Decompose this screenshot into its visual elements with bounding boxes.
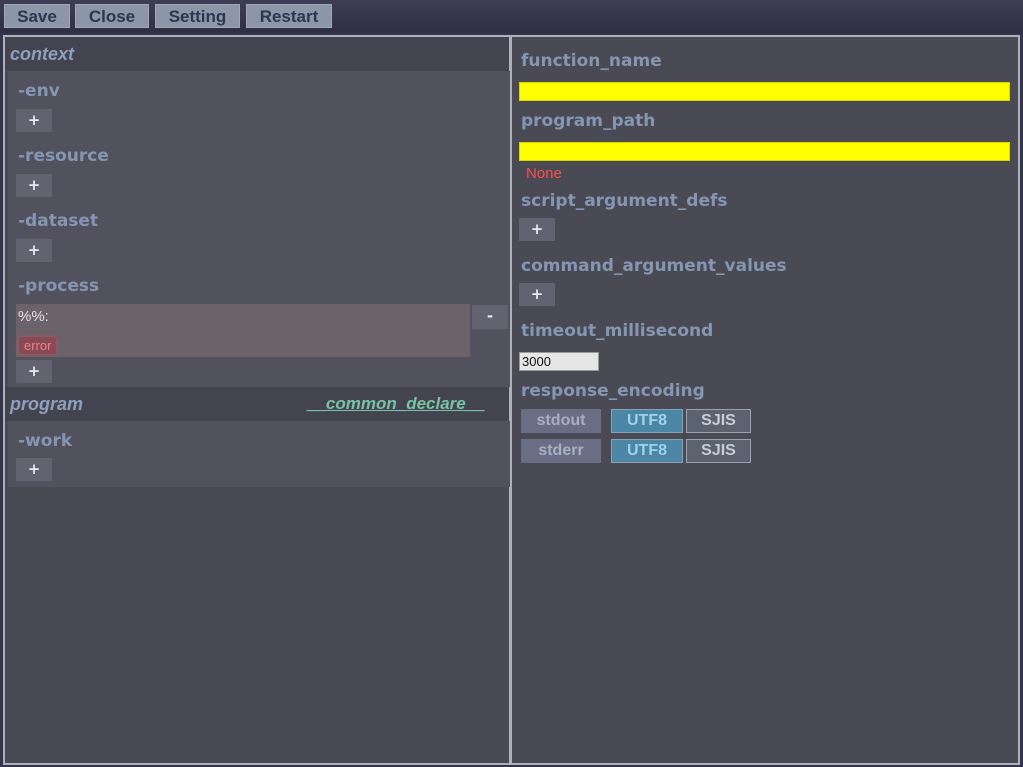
program-path-label: program_path	[521, 111, 656, 131]
stdout-utf8-button[interactable]: UTF8	[611, 409, 683, 433]
function-name-input[interactable]	[519, 82, 1010, 101]
response-encoding-label: response_encoding	[521, 381, 705, 401]
stderr-utf8-button[interactable]: UTF8	[611, 439, 683, 463]
top-toolbar: Save Close Setting Restart	[0, 0, 1023, 33]
remove-process-button[interactable]: -	[472, 305, 508, 329]
right-panel: function_name program_path None script_a…	[510, 35, 1020, 765]
left-panel: context -env + -resource + -dataset + -p…	[3, 35, 511, 765]
common-declare-link[interactable]: __common_declare__	[307, 394, 485, 414]
stdout-sjis-button[interactable]: SJIS	[686, 409, 751, 433]
close-button[interactable]: Close	[75, 4, 149, 28]
add-resource-button[interactable]: +	[16, 174, 52, 197]
error-badge: error	[19, 337, 57, 354]
process-label: -process	[18, 276, 100, 296]
timeout-label: timeout_millisecond	[521, 321, 714, 341]
program-path-input[interactable]	[519, 142, 1010, 161]
setting-button[interactable]: Setting	[155, 4, 240, 28]
program-group: -work +	[8, 421, 510, 487]
add-env-button[interactable]: +	[16, 109, 52, 132]
stdout-label: stdout	[521, 409, 601, 433]
context-title: context	[10, 44, 75, 64]
env-label: -env	[18, 81, 60, 101]
process-item-text: %%:	[18, 308, 49, 325]
stderr-label: stderr	[521, 439, 601, 463]
add-work-button[interactable]: +	[16, 458, 52, 481]
function-name-label: function_name	[521, 51, 662, 71]
process-item-card[interactable]: %%: error	[16, 304, 470, 357]
resource-label: -resource	[18, 146, 109, 166]
work-label: -work	[18, 431, 73, 451]
program-path-error: None	[526, 165, 562, 182]
restart-button[interactable]: Restart	[246, 4, 332, 28]
script-argument-defs-label: script_argument_defs	[521, 191, 728, 211]
add-dataset-button[interactable]: +	[16, 239, 52, 262]
dataset-label: -dataset	[18, 211, 99, 231]
save-button[interactable]: Save	[4, 4, 70, 28]
context-header: context	[5, 37, 509, 71]
program-header: program __common_declare__	[5, 387, 509, 421]
add-script-argument-button[interactable]: +	[519, 218, 555, 241]
timeout-input[interactable]: 3000	[519, 352, 599, 371]
command-argument-values-label: command_argument_values	[521, 256, 787, 276]
add-process-button[interactable]: +	[16, 360, 52, 383]
stderr-sjis-button[interactable]: SJIS	[686, 439, 751, 463]
add-command-argument-button[interactable]: +	[519, 283, 555, 306]
program-title: program	[10, 394, 84, 414]
